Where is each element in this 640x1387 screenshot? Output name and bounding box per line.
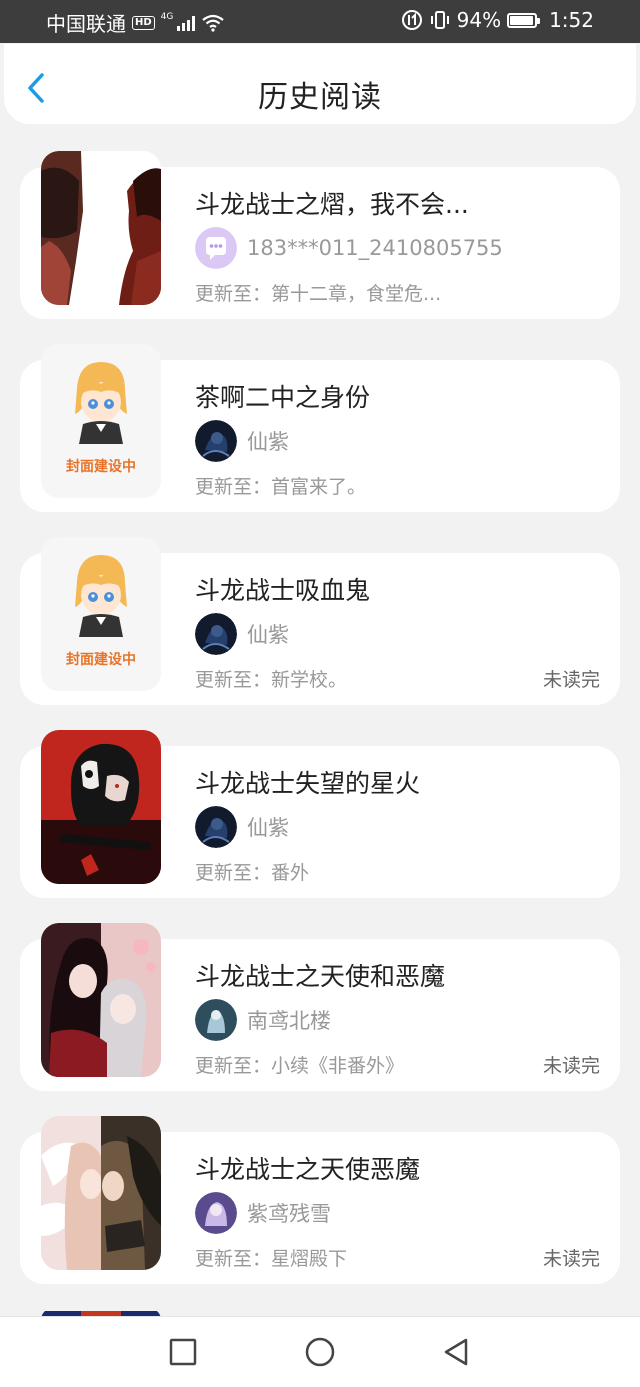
unread-badge: 未读完 xyxy=(542,1248,600,1270)
author-row: 紫鸢残雪 xyxy=(195,1192,331,1234)
home-button[interactable] xyxy=(303,1335,337,1369)
book-card[interactable]: 斗龙战士之天使和恶魔 南鸢北楼 更新至：小续《非番外》 未读完 xyxy=(20,923,620,1091)
update-info: 更新至：番外 xyxy=(195,858,309,885)
author-row: 仙紫 xyxy=(195,420,289,462)
app-header: 历史阅读 xyxy=(4,44,636,124)
update-prefix: 更新至： xyxy=(195,1248,272,1270)
author-avatar xyxy=(195,420,237,462)
update-chapter: 第十二章，食堂危... xyxy=(271,283,442,305)
update-chapter: 番外 xyxy=(271,862,310,884)
update-prefix: 更新至： xyxy=(195,283,272,305)
update-prefix: 更新至： xyxy=(195,669,272,691)
book-cover: 封面建设中 xyxy=(41,344,161,498)
square-icon xyxy=(169,1338,197,1366)
carrier-label: 中国联通 xyxy=(46,12,126,36)
vibrate-icon xyxy=(430,11,449,29)
author-avatar xyxy=(195,806,237,848)
update-info: 更新至：首富来了。 xyxy=(195,472,366,499)
update-chapter: 星熠殿下 xyxy=(271,1248,348,1270)
cover-image xyxy=(41,1116,161,1270)
book-cover xyxy=(41,923,161,1077)
book-title: 斗龙战士吸血鬼 xyxy=(195,576,371,605)
update-info: 更新至：小续《非番外》 xyxy=(195,1051,404,1078)
unread-badge: 未读完 xyxy=(542,1055,600,1077)
book-cover xyxy=(41,151,161,305)
triangle-back-icon xyxy=(444,1338,468,1366)
book-cover: 封面建设中 xyxy=(41,537,161,691)
book-card[interactable]: 封面建设中 茶啊二中之身份 仙紫 更新至：首富来了。 xyxy=(20,344,620,512)
author-avatar xyxy=(195,999,237,1041)
system-nav-bar xyxy=(0,1316,640,1387)
book-title: 斗龙战士之天使和恶魔 xyxy=(195,962,446,991)
circle-icon xyxy=(305,1337,335,1367)
book-card[interactable]: 斗龙战士之熠，我不会... 183***011_2410805755 更新至：第… xyxy=(20,151,620,319)
author-avatar xyxy=(195,1192,237,1234)
update-prefix: 更新至： xyxy=(195,476,272,498)
battery-icon xyxy=(507,12,541,28)
cover-placeholder-label: 封面建设中 xyxy=(66,459,136,475)
book-title: 斗龙战士之熠，我不会... xyxy=(195,190,469,219)
status-right: 94% 1:52 xyxy=(401,8,594,32)
update-chapter: 首富来了。 xyxy=(271,476,367,498)
battery-level xyxy=(510,15,533,25)
update-info: 更新至：星熠殿下 xyxy=(195,1244,347,1271)
author-name: 183***011_2410805755 xyxy=(247,236,503,260)
data-saver-icon xyxy=(401,10,422,30)
author-name: 紫鸢残雪 xyxy=(247,1202,331,1226)
signal-icon xyxy=(177,15,196,31)
status-left: 中国联通 HD 4G xyxy=(46,8,225,37)
update-info: 更新至：新学校。 xyxy=(195,665,347,692)
battery-percent: 94% xyxy=(456,8,502,32)
hd-icon: HD xyxy=(132,15,155,30)
book-card[interactable]: 斗龙战士之天使恶魔 紫鸢残雪 更新至：星熠殿下 未读完 xyxy=(20,1116,620,1284)
system-back-button[interactable] xyxy=(439,1335,473,1369)
book-cover xyxy=(41,730,161,884)
cover-image xyxy=(41,923,161,1077)
status-bar: 中国联通 HD 4G 94% 1:52 xyxy=(0,0,640,43)
update-prefix: 更新至： xyxy=(195,1055,272,1077)
book-title: 斗龙战士失望的星火 xyxy=(195,769,421,798)
cover-image xyxy=(41,151,161,305)
author-name: 仙紫 xyxy=(247,816,289,840)
update-chapter: 小续《非番外》 xyxy=(271,1055,405,1077)
book-cover xyxy=(41,1116,161,1270)
chat-bubble-icon xyxy=(195,227,237,269)
book-card[interactable]: 封面建设中 斗龙战士吸血鬼 仙紫 更新至：新学校。 未读完 xyxy=(20,537,620,705)
author-name: 仙紫 xyxy=(247,430,289,454)
book-title: 茶啊二中之身份 xyxy=(195,383,371,412)
page-title: 历史阅读 xyxy=(258,80,382,115)
recent-apps-button[interactable] xyxy=(166,1335,200,1369)
author-row: 南鸢北楼 xyxy=(195,999,331,1041)
author-name: 仙紫 xyxy=(247,623,289,647)
author-row: 仙紫 xyxy=(195,613,289,655)
wifi-icon xyxy=(202,14,225,32)
clock: 1:52 xyxy=(549,8,594,32)
update-chapter: 新学校。 xyxy=(271,669,348,691)
update-prefix: 更新至： xyxy=(195,862,272,884)
author-row: 仙紫 xyxy=(195,806,289,848)
unread-badge: 未读完 xyxy=(542,669,600,691)
update-info: 更新至：第十二章，食堂危... xyxy=(195,279,441,306)
author-avatar xyxy=(195,613,237,655)
network-type-label: 4G xyxy=(160,11,174,22)
author-row: 183***011_2410805755 xyxy=(195,227,503,269)
book-title: 斗龙战士之天使恶魔 xyxy=(195,1155,421,1184)
cover-placeholder-label: 封面建设中 xyxy=(66,652,136,668)
book-card[interactable]: 斗龙战士失望的星火 仙紫 更新至：番外 xyxy=(20,730,620,898)
cover-image xyxy=(41,730,161,884)
author-name: 南鸢北楼 xyxy=(247,1009,331,1033)
